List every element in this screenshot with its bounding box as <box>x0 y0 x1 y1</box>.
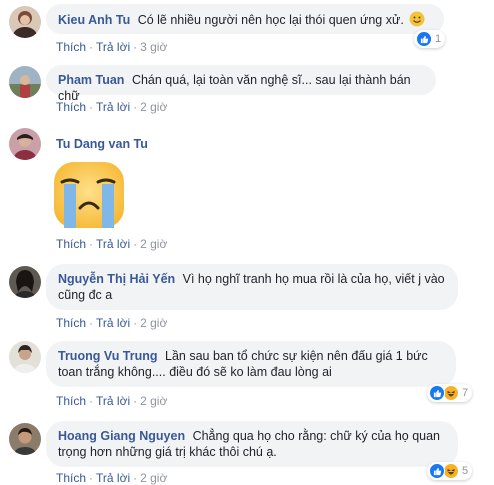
haha-icon <box>443 463 459 479</box>
comment-author[interactable]: Pham Tuan <box>58 73 124 87</box>
like-icon <box>429 385 445 401</box>
avatar[interactable] <box>9 66 41 98</box>
comment-actions: Thích · Trả lời · 2 giờ <box>56 316 168 330</box>
comment-author[interactable]: Kieu Anh Tu <box>58 13 130 27</box>
reply-link[interactable]: Trả lời <box>96 40 130 54</box>
reaction-summary[interactable]: 7 <box>427 384 473 402</box>
comment-bubble: Hoang Giang Nguyen Chẳng qua họ cho rằng… <box>46 421 458 467</box>
comment-bubble: Nguyễn Thị Hải Yến Vì họ nghĩ tranh họ m… <box>46 264 458 310</box>
reaction-summary[interactable]: 5 <box>427 462 473 480</box>
like-icon <box>429 463 445 479</box>
like-icon <box>416 31 432 47</box>
comment-actions: Thích · Trả lời · 2 giờ <box>56 471 168 485</box>
comment-author[interactable]: Tu Dang van Tu <box>56 137 148 151</box>
smile-emoji-icon <box>409 11 425 31</box>
reply-link[interactable]: Trả lời <box>96 100 130 114</box>
avatar[interactable] <box>9 6 41 38</box>
like-link[interactable]: Thích <box>56 100 86 114</box>
like-link[interactable]: Thích <box>56 40 86 54</box>
reaction-summary[interactable]: 1 <box>414 30 446 48</box>
timestamp[interactable]: 2 giờ <box>140 316 167 330</box>
comment-author[interactable]: Nguyễn Thị Hải Yến <box>58 272 175 286</box>
avatar[interactable] <box>9 128 41 160</box>
comment-text: Có lẽ nhiều người nên học lại thói quen … <box>137 13 404 27</box>
reply-link[interactable]: Trả lời <box>96 237 130 251</box>
reply-link[interactable]: Trả lời <box>96 394 130 408</box>
comment-actions: Thích · Trả lời · 2 giờ <box>56 394 168 408</box>
comment-actions: Thích · Trả lời · 3 giờ <box>56 40 168 54</box>
comment-author[interactable]: Hoang Giang Nguyen <box>58 429 185 443</box>
timestamp[interactable]: 2 giờ <box>140 394 167 408</box>
like-link[interactable]: Thích <box>56 316 86 330</box>
crying-face-sticker <box>52 160 126 233</box>
comment-actions: Thích · Trả lời · 2 giờ <box>56 100 168 114</box>
reply-link[interactable]: Trả lời <box>96 316 130 330</box>
reply-link[interactable]: Trả lời <box>96 471 130 485</box>
comment-actions: Thích · Trả lời · 2 giờ <box>56 237 168 251</box>
comment-bubble: Truong Vu Trung Lần sau ban tổ chức sự k… <box>46 341 456 387</box>
reaction-count: 7 <box>462 387 469 399</box>
reaction-count: 1 <box>435 33 442 45</box>
like-link[interactable]: Thích <box>56 394 86 408</box>
comment-author[interactable]: Truong Vu Trung <box>58 349 158 363</box>
timestamp[interactable]: 2 giờ <box>140 100 167 114</box>
timestamp[interactable]: 2 giờ <box>140 471 167 485</box>
avatar[interactable] <box>9 423 41 455</box>
timestamp[interactable]: 2 giờ <box>140 237 167 251</box>
avatar[interactable] <box>9 266 41 298</box>
reaction-count: 5 <box>462 465 469 477</box>
haha-icon <box>443 385 459 401</box>
comment-bubble: Kieu Anh Tu Có lẽ nhiều người nên học lạ… <box>46 4 444 34</box>
avatar[interactable] <box>9 341 41 373</box>
like-link[interactable]: Thích <box>56 237 86 251</box>
timestamp[interactable]: 3 giờ <box>140 40 167 54</box>
like-link[interactable]: Thích <box>56 471 86 485</box>
comment-bubble: Pham Tuan Chán quá, lại toàn văn nghệ sĩ… <box>46 65 436 103</box>
